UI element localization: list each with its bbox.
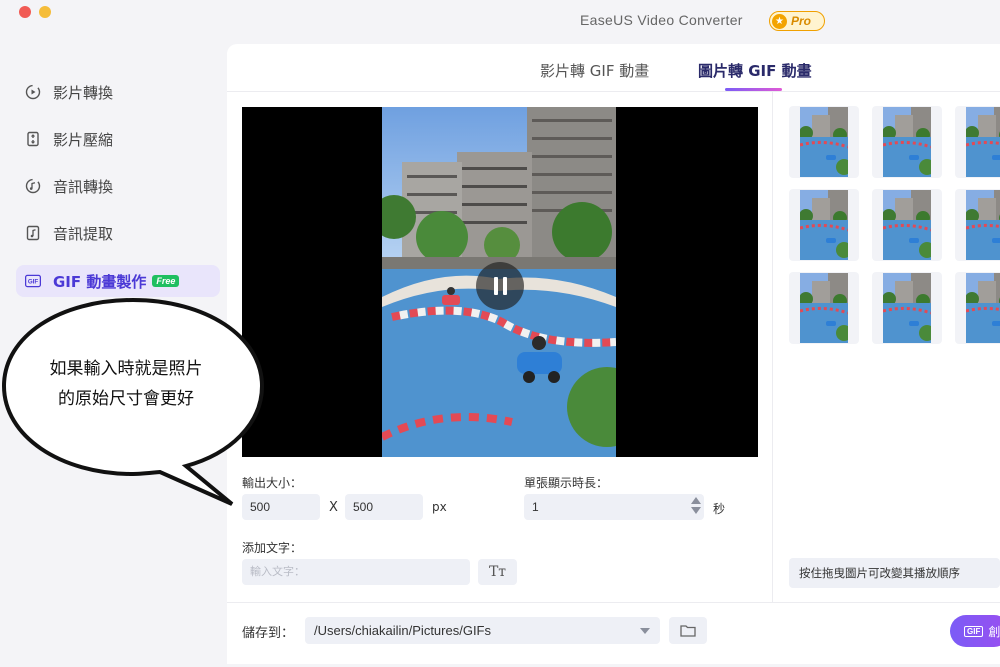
annotation-line-1: 如果輸入時就是照片 [49,359,203,379]
size-separator: X [329,500,338,515]
image-thumbnail[interactable] [789,189,859,261]
tab-video-to-gif[interactable]: 影片轉 GIF 動畫 [540,60,649,81]
active-tab-indicator [725,88,782,91]
height-input[interactable]: 500 [345,494,423,520]
thumbnail-grid [786,104,1000,354]
stepper-down-icon[interactable] [691,507,701,514]
pause-icon-bar [502,277,507,295]
sidebar-item-audio-convert[interactable]: 音訊轉換 [16,170,220,202]
sidebar-item-label: 影片轉換 [53,83,114,102]
audio-extract-icon [25,225,41,241]
save-path-select[interactable]: /Users/chiakailin/Pictures/GIFs [305,617,660,644]
duration-input[interactable]: 1 [524,494,704,520]
duration-unit: 秒 [713,502,726,516]
size-unit: px [432,500,447,514]
app-title: EaseUS Video Converter [580,12,743,28]
duration-label: 單張顯示時長： [524,476,609,490]
pause-button[interactable] [476,262,524,310]
duration-stepper[interactable] [688,494,704,520]
create-gif-button[interactable]: GIF 創 [950,615,1000,647]
pause-icon [493,277,498,295]
text-input[interactable]: 輸入文字： [242,559,470,585]
annotation-text: 如果輸入時就是照片 的原始尺寸會更好 [16,354,236,414]
browse-folder-button[interactable] [669,617,707,644]
create-gif-label: 創 [988,624,1000,639]
footer-divider [227,602,1000,603]
title-bar: EaseUS Video Converter ★ Pro [0,0,1000,42]
image-thumbnail[interactable] [789,106,859,178]
sidebar-item-gif-maker[interactable]: GIF GIF 動畫製作 Free [16,265,220,297]
save-path-value: /Users/chiakailin/Pictures/GIFs [314,623,491,638]
image-thumbnail[interactable] [955,106,1000,178]
sidebar-item-label: 音訊提取 [53,224,114,243]
svg-text:GIF: GIF [28,279,39,286]
audio-convert-icon [25,178,41,194]
sidebar-item-video-convert[interactable]: 影片轉換 [16,76,220,108]
annotation-line-2: 的原始尺寸會更好 [58,389,194,409]
app-window: EaseUS Video Converter ★ Pro 影片轉換 影片壓縮 音… [0,0,1000,667]
folder-icon [680,625,696,637]
pro-badge[interactable]: ★ Pro [769,11,825,31]
gif-icon: GIF [25,273,41,289]
main-panel: 影片轉 GIF 動畫 圖片轉 GIF 動畫 輸出大小： 500 X 500 px… [227,44,1000,664]
sidebar-item-label: 影片壓縮 [53,130,114,149]
add-text-label: 添加文字： [242,541,303,555]
compress-icon [25,131,41,147]
pro-label: Pro [791,14,812,28]
tab-bar: 影片轉 GIF 動畫 圖片轉 GIF 動畫 [227,44,1000,92]
image-thumbnail[interactable] [955,189,1000,261]
minimize-window-button[interactable] [39,6,51,18]
video-convert-icon [25,84,41,100]
image-thumbnail[interactable] [872,272,942,344]
chevron-down-icon [640,628,650,634]
reorder-hint: 按住拖曳圖片可改變其播放順序 [789,558,1000,588]
font-style-button[interactable]: Tт [478,559,517,585]
sidebar-item-video-compress[interactable]: 影片壓縮 [16,123,220,155]
sidebar-item-audio-extract[interactable]: 音訊提取 [16,217,220,249]
free-badge: Free [152,275,180,287]
image-thumbnail[interactable] [955,272,1000,344]
image-thumbnail[interactable] [872,189,942,261]
sidebar-item-label: GIF 動畫製作 [53,272,147,291]
image-thumbnail[interactable] [789,272,859,344]
save-to-label: 儲存到： [242,626,295,641]
sidebar-item-label: 音訊轉換 [53,177,114,196]
stepper-up-icon[interactable] [691,497,701,504]
gif-icon: GIF [964,625,984,637]
image-thumbnail[interactable] [872,106,942,178]
close-window-button[interactable] [19,6,31,18]
panel-divider [772,92,773,602]
star-icon: ★ [772,13,787,29]
tab-image-to-gif[interactable]: 圖片轉 GIF 動畫 [698,60,812,81]
gif-preview[interactable] [242,107,758,457]
